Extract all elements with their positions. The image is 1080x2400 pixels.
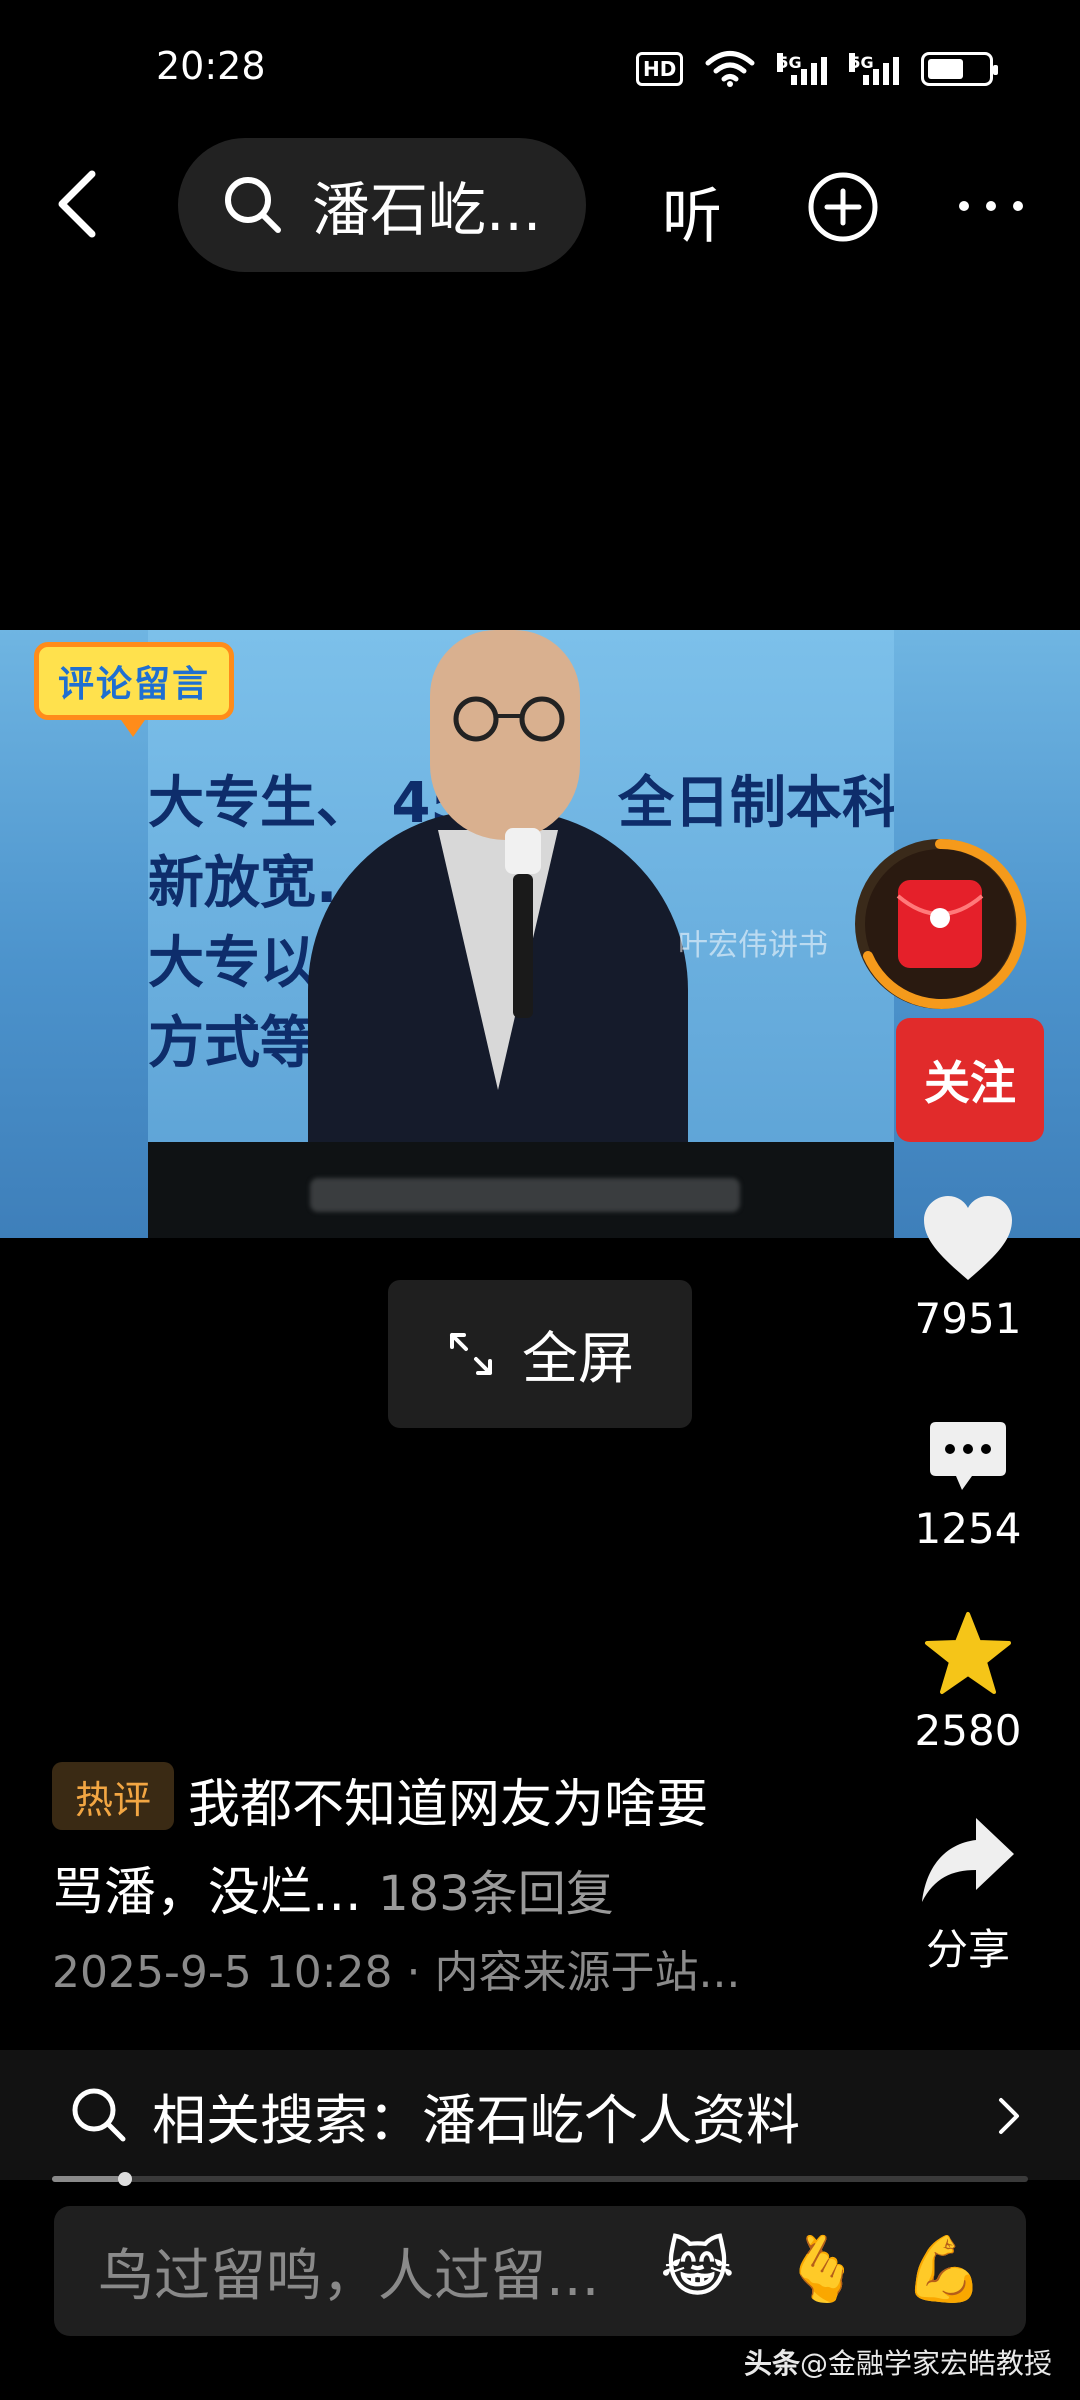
- wifi-icon: [705, 51, 755, 87]
- avatar-red-packet[interactable]: [852, 836, 1028, 1012]
- share-button[interactable]: 分享: [858, 1814, 1078, 1977]
- post-meta: 2025-9-5 10:28 · 内容来源于站...: [52, 1947, 741, 1998]
- share-label: 分享: [925, 1925, 1010, 1974]
- search-icon: [72, 2088, 126, 2142]
- video-bg-text: 新放宽.: [148, 851, 338, 916]
- source-brand: 头条: [744, 2347, 801, 2380]
- video-progress-bar[interactable]: [52, 2172, 1028, 2186]
- related-search-bar[interactable]: 相关搜索：潘石屹个人资料: [0, 2050, 1080, 2180]
- video-badge: 评论留言: [34, 642, 234, 737]
- hd-voice-icon: HD: [636, 52, 684, 86]
- expand-icon: [450, 1333, 492, 1375]
- source-watermark: 头条@金融学家宏皓教授: [744, 2342, 1052, 2382]
- listen-button[interactable]: 听: [662, 168, 722, 255]
- search-query: 潘石屹...: [312, 176, 542, 244]
- related-search-label: 相关搜索：潘石屹个人资料: [152, 2088, 800, 2152]
- 5g-signal-icon: 5G: [849, 53, 900, 85]
- like-count: 7951: [914, 1294, 1022, 1343]
- video-caption: [310, 1178, 740, 1212]
- status-time: 20:28: [156, 44, 266, 88]
- battery-icon: [921, 52, 999, 86]
- search-bar[interactable]: 潘石屹...: [178, 138, 586, 272]
- heart-icon: [924, 1196, 1012, 1280]
- 5g-signal-icon: 5G: [777, 53, 828, 85]
- finger-heart-emoji-icon[interactable]: 🫰: [782, 2232, 862, 2307]
- progress-fill: [52, 2176, 121, 2182]
- follow-button[interactable]: 关注: [896, 1018, 1044, 1142]
- add-icon[interactable]: [806, 170, 880, 244]
- source-author: @金融学家宏皓教授: [800, 2347, 1053, 2380]
- comment-input[interactable]: 鸟过留鸣，人过留... 😹 🫰 💪: [54, 2206, 1026, 2336]
- hot-comment-text-line2[interactable]: 骂潘，没烂... 183条回复: [52, 1850, 614, 1925]
- star-icon: [925, 1612, 1011, 1694]
- favorite-count: 2580: [914, 1706, 1022, 1755]
- search-icon: [225, 177, 281, 233]
- video-bg-text: 全日制本科: [618, 771, 894, 836]
- share-icon: [922, 1818, 1014, 1902]
- comment-count: 1254: [914, 1504, 1022, 1553]
- comment-placeholder: 鸟过留鸣，人过留...: [98, 2243, 600, 2309]
- like-button[interactable]: 7951: [858, 1194, 1078, 1343]
- favorite-button[interactable]: 2580: [858, 1610, 1078, 1755]
- comment-icon: [930, 1422, 1006, 1490]
- more-icon[interactable]: [956, 196, 1026, 216]
- hot-comment-text-cont: 骂潘，没烂...: [52, 1863, 362, 1923]
- video-watermark: 叶宏伟讲书: [678, 928, 828, 963]
- glasses: [453, 696, 565, 742]
- laughing-emoji-icon[interactable]: 😹: [660, 2232, 735, 2306]
- comment-button[interactable]: 1254: [858, 1418, 1078, 1553]
- video-bg-text: 方式等: [148, 1011, 316, 1076]
- microphone: [505, 828, 541, 1018]
- status-icons: HD 5G 5G: [636, 50, 999, 88]
- flexed-biceps-emoji-icon[interactable]: 💪: [904, 2232, 984, 2307]
- hot-comment-tag: 热评: [52, 1762, 174, 1830]
- chevron-right-icon: [999, 2098, 1019, 2134]
- progress-knob[interactable]: [118, 2172, 132, 2186]
- fullscreen-button[interactable]: 全屏: [388, 1280, 692, 1428]
- fullscreen-label: 全屏: [522, 1326, 634, 1392]
- hot-comment-text[interactable]: 我都不知道网友为啥要: [188, 1762, 708, 1837]
- reply-count[interactable]: 183条回复: [378, 1866, 614, 1922]
- back-icon[interactable]: [48, 168, 108, 240]
